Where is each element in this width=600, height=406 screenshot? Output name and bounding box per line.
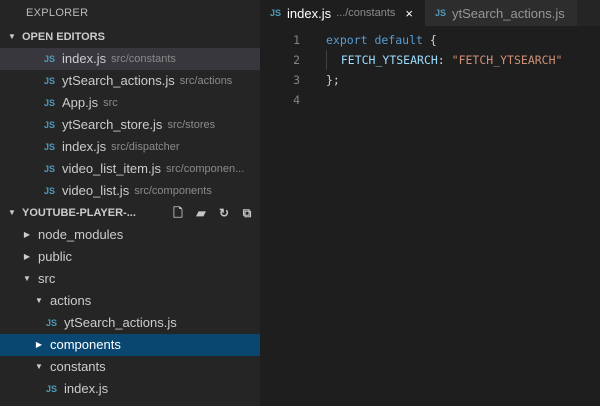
explorer-title: EXPLORER — [26, 7, 89, 19]
code-punctuation: { — [422, 33, 437, 47]
tree-folder-constants[interactable]: ▼ constants — [0, 356, 260, 378]
open-editor-path: src/stores — [167, 119, 216, 131]
tree-item-label: node_modules — [38, 227, 124, 242]
line-number: 1 — [293, 33, 300, 47]
chevron-down-icon: ▼ — [35, 362, 43, 371]
js-file-icon: JS — [44, 186, 56, 196]
code-editor[interactable]: 1 export default { 2 FETCH_YTSEARCH: "FE… — [260, 26, 600, 110]
refresh-icon[interactable]: ↻ — [217, 202, 231, 224]
tree-item-label: components — [50, 337, 121, 352]
open-editor-item[interactable]: JS ytSearch_store.js src/stores — [0, 114, 260, 136]
tree-item-label: constants — [50, 359, 106, 374]
chevron-right-icon: ▶ — [35, 340, 43, 349]
open-editors-label: OPEN EDITORS — [22, 31, 105, 43]
code-punctuation: : — [437, 53, 452, 67]
tree-file-ytsearch-actions[interactable]: JS ytSearch_actions.js — [0, 312, 260, 334]
open-editor-name: video_list_item.js — [62, 161, 161, 176]
open-editor-name: video_list.js — [62, 183, 130, 198]
open-editor-item[interactable]: JS index.js src/dispatcher — [0, 136, 260, 158]
open-editor-name: App.js — [62, 95, 99, 110]
open-editor-item[interactable]: JS index.js src/constants — [0, 48, 260, 70]
js-file-icon: JS — [44, 54, 56, 64]
open-editor-path: src — [103, 97, 118, 109]
project-folder-header[interactable]: ▼ YOUTUBE-PLAYER-... 🗋 ▰ ↻ ⧉ — [0, 202, 260, 224]
tree-folder-src[interactable]: ▼ src — [0, 268, 260, 290]
tree-folder-node-modules[interactable]: ▶ node_modules — [0, 224, 260, 246]
tab-index-js[interactable]: JS index.js .../constants × — [260, 0, 425, 26]
explorer-sidebar: EXPLORER ▼ OPEN EDITORS JS index.js src/… — [0, 0, 260, 406]
tab-description: .../constants — [336, 7, 396, 19]
code-punctuation: }; — [326, 73, 340, 87]
chevron-right-icon: ▶ — [23, 230, 31, 239]
tree-item-label: public — [38, 249, 72, 264]
explorer-actions: 🗋 ▰ ↻ ⧉ — [171, 202, 254, 224]
code-keyword: export default — [326, 33, 423, 47]
open-editor-item[interactable]: JS App.js src — [0, 92, 260, 114]
open-editor-path: src/constants — [111, 53, 176, 65]
editor-tabbar: JS index.js .../constants × JS ytSearch_… — [260, 0, 600, 26]
line-number: 2 — [293, 53, 300, 67]
js-file-icon: JS — [46, 384, 58, 394]
js-file-icon: JS — [44, 76, 56, 86]
open-editor-name: index.js — [62, 139, 107, 154]
open-editor-name: ytSearch_store.js — [62, 117, 163, 132]
tab-label: ytSearch_actions.js — [451, 5, 565, 21]
open-editor-name: index.js — [62, 51, 107, 66]
open-editors-header[interactable]: ▼ OPEN EDITORS — [0, 26, 260, 48]
open-editor-item[interactable]: JS video_list.js src/components — [0, 180, 260, 202]
js-file-icon: JS — [44, 120, 56, 130]
project-folder-label: YOUTUBE-PLAYER-... — [22, 207, 136, 219]
tree-folder-actions[interactable]: ▼ actions — [0, 290, 260, 312]
new-folder-icon[interactable]: ▰ — [194, 202, 208, 224]
line-number: 4 — [293, 93, 300, 107]
js-file-icon: JS — [270, 8, 282, 18]
code-line: 3 }; — [260, 70, 600, 90]
new-file-icon[interactable]: 🗋 — [171, 202, 185, 224]
js-file-icon: JS — [44, 98, 56, 108]
chevron-right-icon: ▶ — [23, 252, 31, 261]
tree-folder-public[interactable]: ▶ public — [0, 246, 260, 268]
tree-item-label: ytSearch_actions.js — [64, 315, 177, 330]
tree-file-index[interactable]: JS index.js — [0, 378, 260, 400]
open-editor-item[interactable]: JS ytSearch_actions.js src/actions — [0, 70, 260, 92]
chevron-down-icon: ▼ — [35, 296, 43, 305]
close-icon[interactable]: × — [405, 6, 413, 21]
tree-folder-components[interactable]: ▶ components — [0, 334, 260, 356]
code-line: 2 FETCH_YTSEARCH: "FETCH_YTSEARCH" — [260, 50, 600, 70]
tab-ytsearch-actions[interactable]: JS ytSearch_actions.js — [424, 0, 577, 26]
js-file-icon: JS — [44, 164, 56, 174]
tree-item-label: src — [38, 271, 56, 286]
code-string: "FETCH_YTSEARCH" — [451, 53, 563, 67]
open-editor-path: src/components — [134, 185, 212, 197]
code-line: 4 — [260, 90, 600, 110]
editor-area: JS index.js .../constants × JS ytSearch_… — [260, 0, 600, 406]
code-line: 1 export default { — [260, 30, 600, 50]
chevron-down-icon: ▼ — [8, 32, 16, 41]
tree-item-label: index.js — [64, 381, 109, 396]
tree-item-label: actions — [50, 293, 92, 308]
line-number: 3 — [293, 73, 300, 87]
indent-guide — [326, 50, 341, 70]
chevron-down-icon: ▼ — [8, 208, 16, 217]
js-file-icon: JS — [44, 142, 56, 152]
open-editor-path: src/dispatcher — [111, 141, 180, 153]
open-editor-path: src/actions — [179, 75, 233, 87]
collapse-all-icon[interactable]: ⧉ — [240, 202, 254, 224]
open-editor-path: src/componen... — [166, 163, 245, 175]
chevron-down-icon: ▼ — [23, 274, 31, 283]
js-file-icon: JS — [46, 318, 58, 328]
open-editor-name: ytSearch_actions.js — [62, 73, 175, 88]
js-file-icon: JS — [434, 8, 446, 18]
tab-label: index.js — [287, 5, 332, 21]
open-editor-item[interactable]: JS video_list_item.js src/componen... — [0, 158, 260, 180]
code-property: FETCH_YTSEARCH — [340, 53, 438, 67]
